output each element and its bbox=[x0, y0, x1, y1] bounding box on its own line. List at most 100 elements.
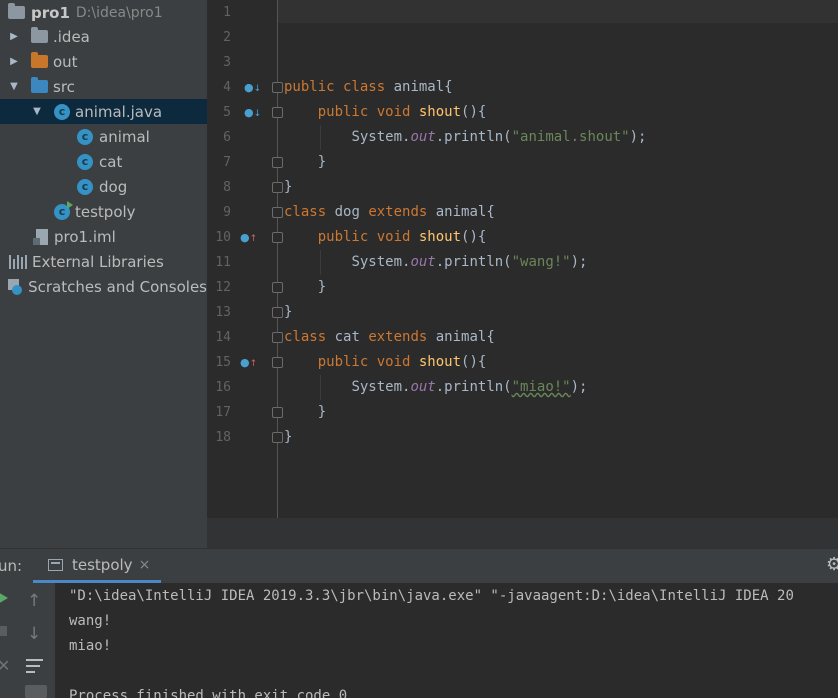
code-line: public void shout(){ bbox=[284, 350, 487, 375]
java-file-icon: c bbox=[54, 103, 70, 120]
tab-label: testpoly bbox=[72, 555, 133, 574]
line-number: 11 bbox=[215, 255, 231, 270]
line-number: 17 bbox=[215, 405, 231, 420]
overridden-down-icon[interactable]: ●↓ bbox=[244, 75, 261, 100]
fold-marker[interactable] bbox=[272, 107, 283, 118]
scratches-icon bbox=[7, 278, 23, 295]
arrow-down-icon[interactable]: ↓ bbox=[27, 624, 41, 644]
fold-marker[interactable] bbox=[272, 332, 283, 343]
fold-marker[interactable] bbox=[272, 157, 283, 168]
tree-item-src[interactable]: ▼ src bbox=[0, 74, 207, 99]
overriding-up-icon[interactable]: ●↑ bbox=[240, 350, 257, 375]
code-line: public void shout(){ bbox=[284, 225, 487, 250]
run-console[interactable]: "D:\idea\IntelliJ IDEA 2019.3.3\jbr\bin\… bbox=[0, 583, 838, 698]
class-icon: c bbox=[77, 178, 93, 195]
gear-icon[interactable]: ⚙ bbox=[826, 554, 838, 575]
keyword: public class bbox=[284, 79, 386, 95]
rerun-icon[interactable] bbox=[0, 592, 8, 604]
arrow-up-icon[interactable]: ↑ bbox=[27, 591, 41, 611]
tree-root-pro1[interactable]: pro1 D:\idea\pro1 bbox=[0, 0, 207, 25]
run-panel-header: un: testpoly × ⚙ bbox=[0, 548, 838, 583]
tree-item-class-cat[interactable]: c cat bbox=[0, 149, 207, 174]
tree-item-external-libraries[interactable]: External Libraries bbox=[0, 249, 207, 274]
tool-icon[interactable]: ✕ bbox=[0, 656, 10, 675]
excluded-folder-icon bbox=[31, 52, 48, 68]
method-name: shout bbox=[418, 229, 462, 245]
code-editor[interactable]: 1 2 3 4 5 6 7 8 9 10 11 12 13 14 15 16 1… bbox=[207, 0, 838, 518]
chevron-right-icon[interactable]: ▶ bbox=[9, 56, 19, 67]
code-text: .println( bbox=[435, 379, 512, 395]
keyword: public void bbox=[317, 104, 411, 120]
line-number: 4 bbox=[223, 80, 231, 95]
fold-marker[interactable] bbox=[272, 407, 283, 418]
code-text: animal{ bbox=[427, 329, 495, 345]
tree-label: Scratches and Consoles bbox=[28, 277, 207, 296]
keyword: class bbox=[284, 204, 327, 220]
class-icon: c bbox=[77, 153, 93, 170]
tree-item-class-dog[interactable]: c dog bbox=[0, 174, 207, 199]
fold-marker[interactable] bbox=[272, 207, 283, 218]
code-text: .println( bbox=[435, 254, 512, 270]
static-field: out bbox=[410, 379, 436, 395]
tree-item-pro1-iml[interactable]: pro1.iml bbox=[0, 224, 207, 249]
fold-marker[interactable] bbox=[272, 232, 283, 243]
tree-item-scratches[interactable]: Scratches and Consoles bbox=[0, 274, 207, 299]
class-letter: c bbox=[58, 205, 66, 218]
run-panel-label: un: bbox=[0, 557, 23, 575]
editor-bottom-strip bbox=[207, 518, 838, 548]
tree-item-class-animal[interactable]: c animal bbox=[0, 124, 207, 149]
code-text: .println( bbox=[435, 129, 512, 145]
root-path: D:\idea\pro1 bbox=[75, 4, 163, 21]
tree-label: cat bbox=[99, 152, 123, 171]
tree-label: dog bbox=[99, 177, 128, 196]
run-toolbar: ✕ ↑ ↓ bbox=[0, 583, 55, 698]
scroll-to-end-icon[interactable] bbox=[25, 685, 47, 698]
chevron-down-icon[interactable]: ▼ bbox=[9, 81, 19, 92]
console-icon bbox=[48, 558, 63, 571]
overriding-up-icon[interactable]: ●↑ bbox=[240, 225, 257, 250]
soft-wrap-icon[interactable] bbox=[26, 657, 44, 673]
chevron-right-icon[interactable]: ▶ bbox=[9, 31, 19, 42]
fold-marker[interactable] bbox=[272, 307, 283, 318]
line-number: 7 bbox=[223, 155, 231, 170]
tree-item-testpoly[interactable]: c testpoly bbox=[0, 199, 207, 224]
tree-item-animal-java[interactable]: ▼ c animal.java bbox=[0, 99, 207, 124]
line-number: 2 bbox=[223, 30, 231, 45]
fold-marker[interactable] bbox=[272, 182, 283, 193]
tree-label: pro1.iml bbox=[54, 227, 116, 246]
tab-testpoly[interactable]: testpoly × bbox=[33, 549, 161, 583]
stop-icon[interactable] bbox=[0, 626, 7, 636]
code-line: } bbox=[284, 404, 327, 420]
code-text: ); bbox=[629, 129, 647, 145]
console-line: Process finished with exit code 0 bbox=[69, 688, 348, 698]
static-field: out bbox=[410, 254, 436, 270]
line-number: 18 bbox=[215, 430, 231, 445]
tree-item-idea[interactable]: ▶ .idea bbox=[0, 24, 207, 49]
overridden-down-icon[interactable]: ●↓ bbox=[244, 100, 261, 125]
code-text: System. bbox=[351, 254, 411, 270]
fold-marker[interactable] bbox=[272, 282, 283, 293]
code-line: } bbox=[284, 279, 327, 295]
libraries-icon bbox=[9, 254, 27, 269]
code-line: } bbox=[284, 179, 293, 195]
method-name: shout bbox=[418, 354, 462, 370]
line-number: 9 bbox=[223, 205, 231, 220]
keyword: public void bbox=[317, 354, 411, 370]
chevron-down-icon[interactable]: ▼ bbox=[32, 106, 42, 117]
console-line: miao! bbox=[69, 638, 112, 654]
fold-marker[interactable] bbox=[272, 432, 283, 443]
fold-marker[interactable] bbox=[272, 82, 283, 93]
keyword: extends bbox=[368, 329, 428, 345]
code-line: } bbox=[284, 304, 293, 320]
fold-marker[interactable] bbox=[272, 357, 283, 368]
tree-item-out[interactable]: ▶ out bbox=[0, 49, 207, 74]
close-icon[interactable]: × bbox=[139, 557, 151, 573]
code-line: System.out.println("miao!"); bbox=[284, 375, 587, 400]
tree-label: .idea bbox=[53, 27, 90, 46]
code-line: class cat extends animal{ bbox=[284, 325, 495, 350]
console-line: wang! bbox=[69, 613, 112, 629]
